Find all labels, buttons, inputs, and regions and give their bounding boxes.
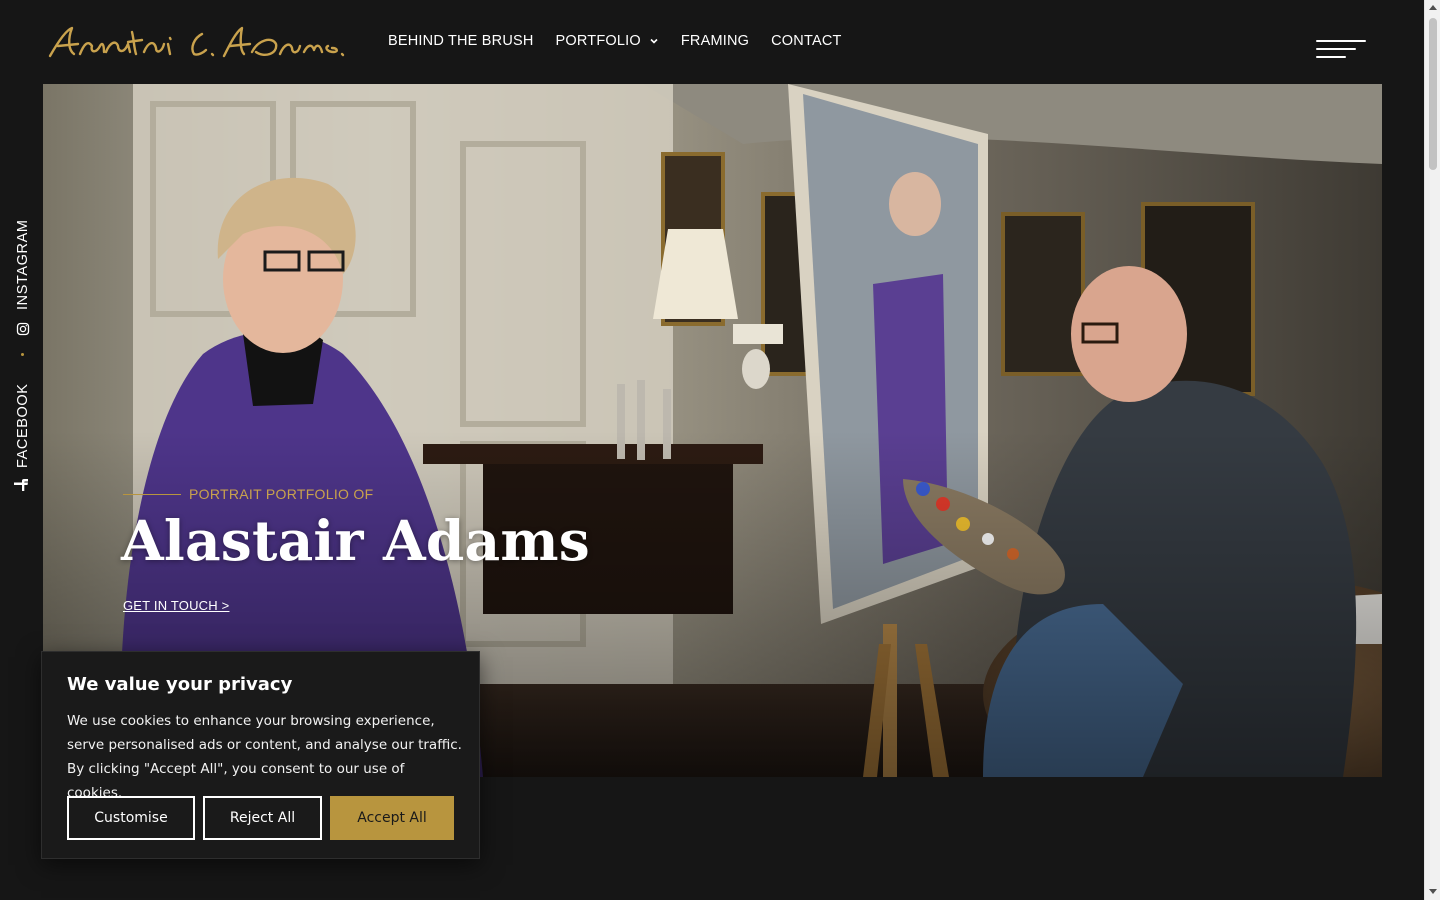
scroll-down-arrow-icon[interactable] bbox=[1429, 889, 1437, 894]
instagram-link[interactable]: INSTAGRAM bbox=[15, 219, 31, 310]
nav-framing[interactable]: FRAMING bbox=[681, 33, 749, 49]
reject-all-button[interactable]: Reject All bbox=[203, 796, 322, 840]
scroll-thumb[interactable] bbox=[1429, 18, 1437, 170]
get-in-touch-link[interactable]: GET IN TOUCH > bbox=[123, 598, 229, 613]
kicker-line bbox=[123, 493, 181, 495]
chevron-down-icon bbox=[650, 38, 658, 44]
nav-label: PORTFOLIO bbox=[555, 33, 641, 49]
main-nav: BEHIND THE BRUSH PORTFOLIO FRAMING CONTA… bbox=[388, 33, 842, 49]
instagram-label: INSTAGRAM bbox=[15, 219, 31, 310]
hamburger-icon[interactable] bbox=[1316, 40, 1368, 66]
site-header: BEHIND THE BRUSH PORTFOLIO FRAMING CONTA… bbox=[0, 0, 1424, 84]
social-rail: INSTAGRAM FACEBOOK bbox=[0, 210, 44, 500]
scroll-up-arrow-icon[interactable] bbox=[1429, 5, 1437, 10]
facebook-icon[interactable] bbox=[13, 478, 29, 492]
customise-button[interactable]: Customise bbox=[67, 796, 195, 840]
kicker-text: PORTRAIT PORTFOLIO OF bbox=[189, 486, 374, 502]
nav-behind-the-brush[interactable]: BEHIND THE BRUSH bbox=[388, 33, 534, 49]
instagram-icon[interactable] bbox=[16, 322, 30, 336]
hero-title: Alastair Adams bbox=[121, 508, 590, 573]
nav-label: FRAMING bbox=[680, 33, 750, 49]
facebook-link[interactable]: FACEBOOK bbox=[15, 383, 31, 468]
accept-all-label: Accept All bbox=[357, 810, 427, 826]
hero-kicker: PORTRAIT PORTFOLIO OF bbox=[123, 486, 373, 502]
nav-label: BEHIND THE BRUSH bbox=[388, 33, 534, 49]
separator-dot bbox=[21, 353, 24, 356]
nav-portfolio[interactable]: PORTFOLIO bbox=[556, 33, 659, 49]
reject-all-label: Reject All bbox=[229, 810, 296, 826]
accept-all-button[interactable]: Accept All bbox=[330, 796, 454, 840]
cookie-consent-banner: We value your privacy We use cookies to … bbox=[41, 651, 480, 859]
facebook-label: FACEBOOK bbox=[15, 383, 31, 468]
customise-label: Customise bbox=[94, 810, 168, 826]
page-scrollbar[interactable] bbox=[1424, 0, 1440, 900]
cookie-body: We use cookies to enhance your browsing … bbox=[67, 713, 462, 801]
cookie-title: We value your privacy bbox=[67, 674, 293, 695]
signature-logo[interactable] bbox=[44, 22, 348, 64]
nav-contact[interactable]: CONTACT bbox=[771, 33, 841, 49]
nav-label: CONTACT bbox=[771, 33, 842, 49]
